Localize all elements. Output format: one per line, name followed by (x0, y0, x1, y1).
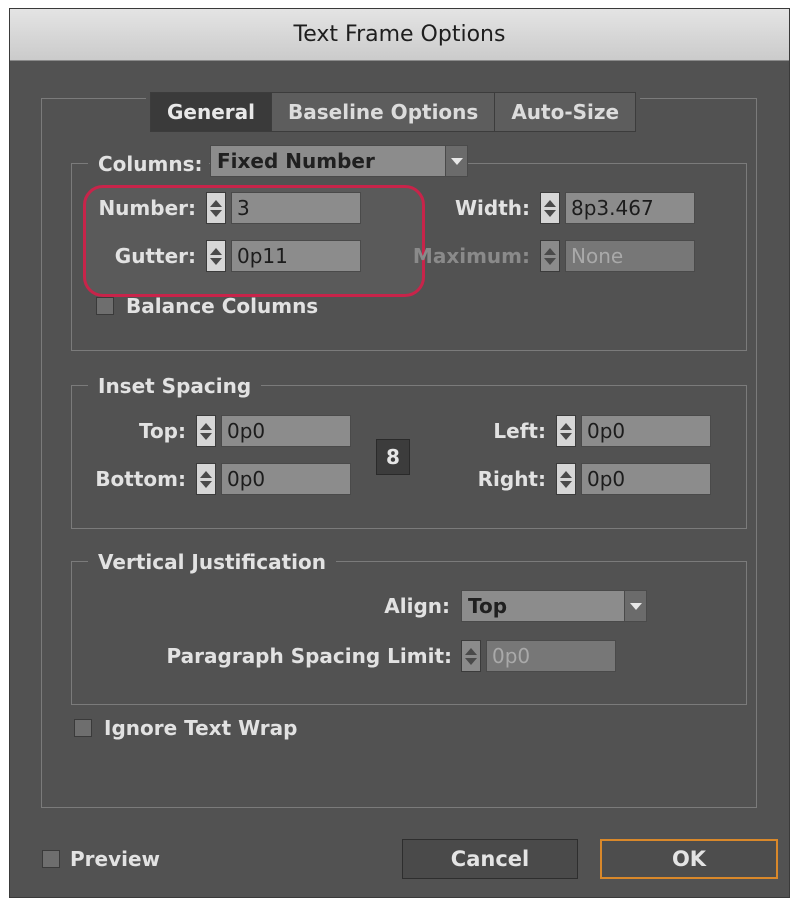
paragraph-spacing-stepper (461, 640, 481, 672)
columns-type-select[interactable]: Fixed Number (210, 145, 468, 177)
stepper-up-icon (210, 247, 222, 255)
inset-right-label: Right: (477, 467, 546, 491)
stepper-down-icon (200, 432, 212, 440)
inset-left-input[interactable]: 0p0 (581, 415, 711, 447)
tab-auto-size[interactable]: Auto-Size (495, 92, 637, 132)
columns-label: Columns: (98, 152, 203, 176)
width-stepper[interactable] (540, 192, 560, 224)
vertical-justification-legend: Vertical Justification (88, 548, 336, 576)
stepper-down-icon (200, 480, 212, 488)
text-frame-options-dialog: Text Frame Options General Baseline Opti… (9, 8, 790, 898)
stepper-up-icon (560, 470, 572, 478)
gutter-stepper[interactable] (206, 240, 226, 272)
ignore-text-wrap-checkbox[interactable] (74, 719, 92, 737)
number-input[interactable]: 3 (231, 192, 361, 224)
stepper-up-icon (544, 199, 556, 207)
columns-type-value: Fixed Number (217, 149, 375, 173)
number-stepper[interactable] (206, 192, 226, 224)
width-label: Width: (454, 196, 530, 220)
balance-columns-label: Balance Columns (126, 294, 319, 318)
stepper-down-icon (210, 209, 222, 217)
paragraph-spacing-label: Paragraph Spacing Limit: (166, 644, 452, 668)
number-label: Number: (98, 196, 196, 220)
inset-bottom-input[interactable]: 0p0 (221, 463, 351, 495)
paragraph-spacing-input: 0p0 (486, 640, 616, 672)
maximum-stepper (540, 240, 560, 272)
ignore-text-wrap-label: Ignore Text Wrap (104, 716, 298, 740)
inset-top-input[interactable]: 0p0 (221, 415, 351, 447)
chain-link-icon[interactable]: 8 (376, 439, 410, 475)
columns-legend: Columns: (88, 150, 209, 178)
stepper-down-icon (544, 209, 556, 217)
inset-top-stepper[interactable] (196, 415, 216, 447)
inset-bottom-stepper[interactable] (196, 463, 216, 495)
stepper-down-icon (560, 480, 572, 488)
inset-top-label: Top: (138, 419, 186, 443)
tab-baseline-options[interactable]: Baseline Options (272, 92, 496, 132)
tab-bar: General Baseline Options Auto-Size (146, 90, 641, 134)
align-value: Top (468, 594, 508, 618)
stepper-up-icon (200, 470, 212, 478)
stepper-up-icon (465, 647, 477, 655)
tab-general[interactable]: General (150, 92, 272, 132)
width-input[interactable]: 8p3.467 (565, 192, 695, 224)
inset-spacing-legend: Inset Spacing (88, 372, 262, 400)
maximum-label: Maximum: (412, 244, 530, 268)
stepper-up-icon (210, 199, 222, 207)
align-select[interactable]: Top (461, 590, 647, 622)
maximum-input: None (565, 240, 695, 272)
stepper-down-icon (465, 657, 477, 665)
balance-columns-checkbox[interactable] (96, 297, 114, 315)
inset-right-stepper[interactable] (556, 463, 576, 495)
gutter-input[interactable]: 0p11 (231, 240, 361, 272)
stepper-down-icon (210, 257, 222, 265)
inset-left-stepper[interactable] (556, 415, 576, 447)
preview-checkbox[interactable] (42, 850, 60, 868)
stepper-up-icon (560, 422, 572, 430)
stepper-up-icon (200, 422, 212, 430)
inset-right-input[interactable]: 0p0 (581, 463, 711, 495)
gutter-label: Gutter: (114, 244, 196, 268)
inset-bottom-label: Bottom: (95, 467, 186, 491)
ok-button[interactable]: OK (600, 839, 778, 879)
vertical-justification-group: Vertical Justification (71, 548, 747, 705)
preview-label: Preview (70, 847, 161, 871)
stepper-down-icon (544, 257, 556, 265)
align-label: Align: (384, 594, 450, 618)
chevron-down-icon (624, 591, 646, 621)
cancel-button[interactable]: Cancel (402, 839, 578, 879)
chevron-down-icon (445, 146, 467, 176)
stepper-down-icon (560, 432, 572, 440)
window-title: Text Frame Options (10, 9, 789, 61)
stepper-up-icon (544, 247, 556, 255)
inset-left-label: Left: (493, 419, 546, 443)
